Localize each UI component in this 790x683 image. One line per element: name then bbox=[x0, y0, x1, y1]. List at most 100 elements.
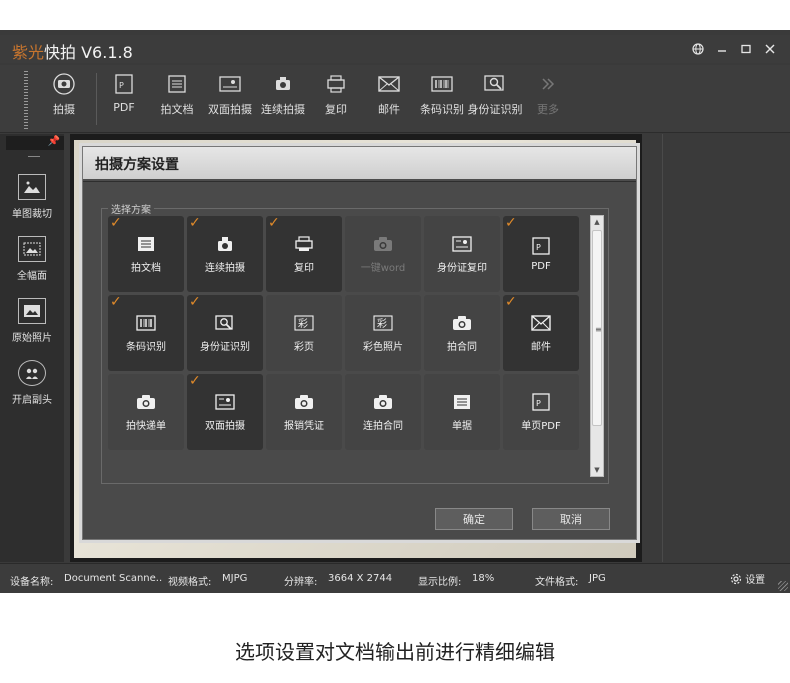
scheme-option[interactable]: ✓ 复印 bbox=[266, 215, 342, 292]
toolbar-mail-button[interactable]: 邮件 bbox=[361, 73, 417, 129]
checkmark-icon: ✓ bbox=[110, 215, 122, 231]
settings-label: 设置 bbox=[745, 575, 766, 586]
scheme-option[interactable]: 报销凭证 bbox=[266, 374, 342, 450]
scheme-option[interactable]: 拍合同 bbox=[424, 295, 500, 371]
checkmark-icon: ✓ bbox=[189, 294, 201, 310]
scheme-grid: ✓ 拍文档 ✓ 连续拍摄 ✓ 复印 一键word 身份证复印 ✓ P PDF ✓ 条码识别 ✓ 身份证识别 彩… bbox=[108, 215, 584, 456]
scheme-group: 选择方案 ✓ 拍文档 ✓ 连续拍摄 ✓ 复印 一键word 身份证复印 ✓ P PDF ✓ 条码识别 ✓ 身… bbox=[101, 201, 609, 484]
scheme-option[interactable]: P 单页PDF bbox=[503, 374, 579, 450]
crop-image-icon bbox=[18, 174, 46, 200]
svg-text:彩: 彩 bbox=[377, 318, 387, 330]
mail-icon bbox=[529, 313, 553, 333]
scheme-option[interactable]: 连拍合同 bbox=[345, 374, 421, 450]
pin-icon[interactable]: 📌 bbox=[48, 136, 60, 147]
left-panel: 📌 单图裁切 全幅面 原始照片 开启副头 bbox=[0, 134, 64, 562]
left-item-original-photo[interactable]: 原始照片 bbox=[0, 298, 64, 354]
scheme-option-label: 单页PDF bbox=[521, 421, 561, 432]
right-panel bbox=[662, 134, 790, 562]
duplex-icon bbox=[213, 392, 237, 412]
checkmark-icon: ✓ bbox=[189, 215, 201, 231]
toolbar-more-button[interactable]: 更多 bbox=[520, 73, 576, 129]
scheme-option-label: 身份证识别 bbox=[200, 342, 250, 353]
scheme-option[interactable]: 彩彩页 bbox=[266, 295, 342, 371]
scheme-option[interactable]: ✓ 双面拍摄 bbox=[187, 373, 263, 450]
scheme-option[interactable]: ✓ 身份证识别 bbox=[187, 294, 263, 371]
scheme-option[interactable]: ✓ 条码识别 bbox=[108, 294, 184, 371]
dialog-title-bar[interactable]: 拍摄方案设置 bbox=[83, 147, 636, 179]
close-icon[interactable] bbox=[760, 39, 780, 59]
left-item-secondary-camera[interactable]: 开启副头 bbox=[0, 360, 64, 416]
main-toolbar: 拍摄 P PDF 拍文档 双面拍摄 连续拍摄 复印 邮件 条码识别 身份证识别 … bbox=[0, 65, 790, 133]
toolbar-copy-button[interactable]: 复印 bbox=[308, 73, 364, 129]
left-item-original-photo-label: 原始照片 bbox=[12, 333, 52, 344]
toolbar-document-label: 拍文档 bbox=[160, 103, 194, 116]
scroll-down-arrow-icon[interactable]: ▼ bbox=[591, 464, 603, 476]
camera-icon bbox=[371, 234, 395, 254]
maximize-icon[interactable] bbox=[736, 39, 756, 59]
left-panel-header: 📌 bbox=[6, 136, 64, 150]
copy-icon bbox=[292, 234, 316, 254]
scheme-option[interactable]: 拍快递单 bbox=[108, 374, 184, 450]
scroll-thumb[interactable]: ≡ bbox=[592, 230, 602, 426]
resize-grip[interactable] bbox=[778, 581, 788, 591]
toolbar-duplex-button[interactable]: 双面拍摄 bbox=[202, 73, 258, 129]
status-ratio-value: 18% bbox=[472, 573, 495, 584]
scheme-option[interactable]: ✓ 邮件 bbox=[503, 294, 579, 371]
scheme-option[interactable]: 单据 bbox=[424, 374, 500, 450]
left-item-crop[interactable]: 单图裁切 bbox=[0, 174, 64, 230]
scheme-option-label: 拍文档 bbox=[131, 263, 161, 274]
svg-text:P: P bbox=[119, 81, 124, 90]
globe-icon[interactable] bbox=[688, 39, 708, 59]
scheme-option[interactable]: ✓ P PDF bbox=[503, 215, 579, 292]
left-item-full-frame[interactable]: 全幅面 bbox=[0, 236, 64, 292]
page-caption: 选项设置对文档输出前进行精细编辑 bbox=[235, 640, 555, 664]
document-icon bbox=[165, 73, 189, 95]
status-format-label: 文件格式: bbox=[535, 577, 579, 588]
app-title: 紫光快拍 V6.1.8 bbox=[12, 39, 133, 63]
status-bar: 设备名称: Document Scanne.. 视频格式: MJPG 分辨率: … bbox=[0, 563, 790, 593]
toolbar-pdf-button[interactable]: P PDF bbox=[96, 73, 152, 129]
svg-text:彩: 彩 bbox=[298, 318, 308, 330]
brand-name: 紫光 bbox=[12, 43, 45, 62]
minimize-icon[interactable] bbox=[712, 39, 732, 59]
continuous-camera-icon bbox=[271, 73, 295, 95]
original-photo-icon bbox=[18, 298, 46, 324]
toolbar-barcode-button[interactable]: 条码识别 bbox=[414, 73, 470, 129]
toolbar-copy-label: 复印 bbox=[325, 103, 347, 116]
window-controls bbox=[688, 39, 780, 59]
scheme-option[interactable]: 一键word bbox=[345, 216, 421, 292]
cancel-button[interactable]: 取消 bbox=[532, 508, 610, 530]
checkmark-icon: ✓ bbox=[110, 294, 122, 310]
camera-icon bbox=[52, 73, 76, 95]
status-device-value: Document Scanne.. bbox=[64, 573, 163, 584]
pdf-icon: P bbox=[112, 73, 136, 95]
camera-icon bbox=[450, 313, 474, 333]
continuous-camera-icon bbox=[213, 234, 237, 254]
ok-button[interactable]: 确定 bbox=[435, 508, 513, 530]
svg-text:P: P bbox=[536, 243, 541, 252]
scheme-scrollbar[interactable]: ▲ ≡ ▼ bbox=[590, 215, 604, 477]
scheme-option[interactable]: ✓ 拍文档 bbox=[108, 215, 184, 292]
gear-icon bbox=[730, 573, 742, 585]
settings-button[interactable]: 设置 bbox=[730, 571, 765, 586]
scheme-option-label: PDF bbox=[531, 261, 551, 272]
scheme-option-label: 复印 bbox=[294, 263, 314, 274]
toolbar-document-button[interactable]: 拍文档 bbox=[149, 73, 205, 129]
secondary-camera-icon bbox=[18, 360, 46, 386]
duplex-icon bbox=[218, 73, 242, 95]
scheme-option-label: 双面拍摄 bbox=[205, 421, 245, 432]
toolbar-id-card-button[interactable]: 身份证识别 bbox=[467, 73, 523, 129]
scheme-option[interactable]: 彩彩色照片 bbox=[345, 295, 421, 371]
barcode-icon bbox=[134, 313, 158, 333]
scheme-option-label: 彩页 bbox=[294, 342, 314, 353]
status-video-value: MJPG bbox=[222, 573, 248, 584]
toolbar-more-label: 更多 bbox=[537, 103, 559, 116]
document-icon bbox=[134, 234, 158, 254]
app-version: 快拍 V6.1.8 bbox=[44, 43, 133, 62]
toolbar-continuous-button[interactable]: 连续拍摄 bbox=[255, 73, 311, 129]
toolbar-capture-button[interactable]: 拍摄 bbox=[36, 73, 92, 129]
scheme-option[interactable]: ✓ 连续拍摄 bbox=[187, 215, 263, 292]
scheme-option[interactable]: 身份证复印 bbox=[424, 216, 500, 292]
scroll-up-arrow-icon[interactable]: ▲ bbox=[591, 216, 603, 228]
toolbar-grip[interactable] bbox=[24, 71, 28, 129]
